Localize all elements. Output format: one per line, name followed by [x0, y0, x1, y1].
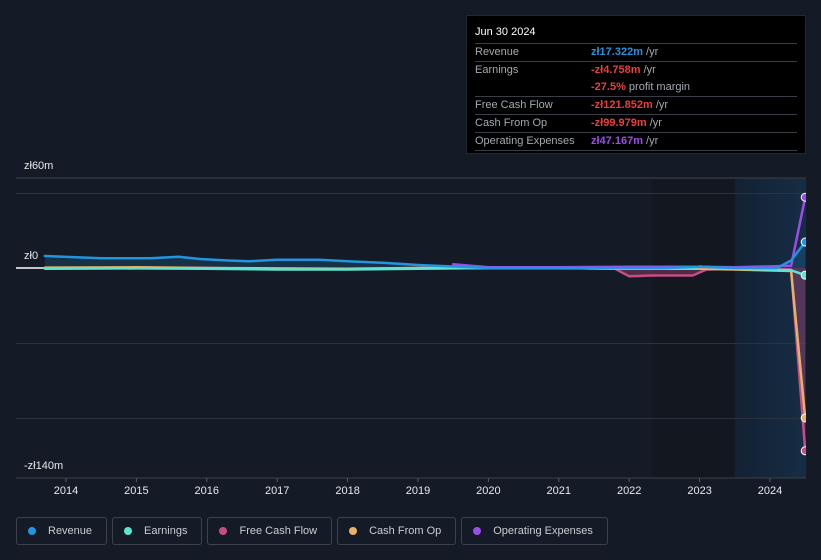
tooltip-label — [475, 79, 591, 96]
right-margin — [806, 0, 821, 500]
tooltip-label: Cash From Op — [475, 117, 548, 129]
tooltip-row: Free Cash Flow -zł121.852m /yr — [475, 97, 797, 115]
legend-dot-icon — [473, 527, 482, 535]
x-tick-label: 2017 — [264, 485, 290, 497]
x-tick-label: 2016 — [194, 485, 220, 497]
legend-label: Cash From Op — [369, 525, 442, 537]
tooltip-value: -zł99.979m /yr — [591, 117, 662, 129]
legend: Revenue Earnings Free Cash Flow Cash From O… — [16, 517, 608, 545]
x-tick-label: 2022 — [616, 485, 642, 497]
legend-item-revenue[interactable]: Revenue — [16, 517, 108, 545]
x-tick-label: 2018 — [335, 485, 360, 497]
tooltip-label: Revenue — [475, 46, 520, 58]
tooltip-row: Operating Expenses zł47.167m /yr — [475, 133, 797, 151]
x-tick-label: 2019 — [405, 485, 431, 497]
x-tick-label: 2021 — [546, 485, 572, 497]
legend-dot-icon — [28, 527, 36, 535]
x-tick-label: 2023 — [687, 485, 712, 497]
legend-dot-icon — [349, 527, 358, 535]
tooltip-date: Jun 30 2024 — [475, 24, 797, 44]
y-tick-label: zł60m — [24, 160, 54, 172]
tooltip-value: -27.5% profit margin — [591, 81, 691, 93]
legend-dot-icon — [219, 527, 228, 535]
tooltip-row: Revenue zł17.322m /yr — [475, 44, 797, 62]
legend-label: Free Cash Flow — [239, 525, 318, 537]
y-tick-label: -zł140m — [24, 460, 64, 472]
legend-item-earnings[interactable]: Earnings — [112, 517, 203, 545]
x-tick-label: 2020 — [476, 485, 501, 497]
tooltip-label: Earnings — [475, 64, 519, 76]
legend-label: Revenue — [48, 525, 93, 537]
legend-label: Earnings — [144, 525, 188, 537]
tooltip-row: Cash From Op -zł99.979m /yr — [475, 115, 797, 133]
legend-item-free-cash-flow[interactable]: Free Cash Flow — [207, 517, 333, 545]
x-tick-label: 2014 — [53, 485, 79, 497]
tooltip-value: zł17.322m /yr — [591, 46, 659, 58]
tooltip: Jun 30 2024 Revenue zł17.322m /yr Earnings… — [466, 15, 806, 154]
x-tick-label: 2015 — [124, 485, 149, 497]
legend-dot-icon — [124, 527, 133, 535]
past-shade — [652, 178, 735, 478]
legend-item-cash-from-op[interactable]: Cash From Op — [337, 517, 457, 545]
y-tick-label: zł0 — [24, 250, 39, 262]
legend-item-operating-expenses[interactable]: Operating Expenses — [461, 517, 608, 545]
tooltip-value: zł47.167m /yr — [591, 135, 659, 147]
tooltip-label: Operating Expenses — [475, 135, 575, 147]
x-tick-label: 2024 — [757, 485, 783, 497]
tooltip-value: -zł121.852m /yr — [591, 99, 669, 111]
tooltip-label: Free Cash Flow — [475, 99, 553, 111]
tooltip-value: -zł4.758m /yr — [591, 64, 656, 76]
legend-label: Operating Expenses — [493, 525, 593, 537]
tooltip-row: -27.5% profit margin — [475, 79, 797, 97]
tooltip-row: Earnings -zł4.758m /yr — [475, 62, 797, 79]
